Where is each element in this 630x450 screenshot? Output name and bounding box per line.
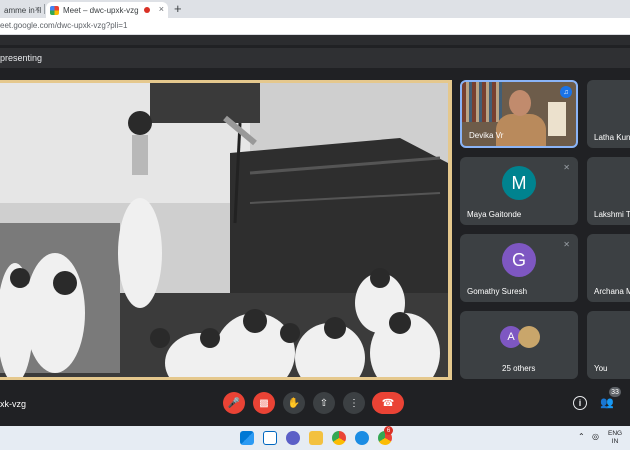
people-icon[interactable]: 👥 (600, 396, 614, 409)
camera-off-button[interactable]: ▩ (253, 392, 275, 414)
close-icon[interactable]: × (159, 4, 164, 14)
browser-tab-strip: amme in II × Meet – dwc-upxk-vzg × + (0, 0, 630, 18)
speaking-indicator-icon: ♫ (560, 86, 572, 98)
participant-tile[interactable]: Latha Kun (587, 80, 630, 148)
participant-count-badge: 33 (609, 387, 621, 397)
participant-face (509, 90, 531, 116)
widgets-icon[interactable] (263, 431, 277, 445)
chat-icon[interactable] (286, 431, 300, 445)
participant-tile[interactable]: ♫ Devika Vr (460, 80, 578, 148)
presenting-label: presenting (0, 53, 43, 63)
microphone-off-icon: ✕ (563, 163, 570, 172)
historical-photo-image (0, 83, 448, 377)
presentation-stage (0, 80, 452, 380)
more-options-button[interactable]: ⋮ (343, 392, 365, 414)
meeting-controls: xk-vzg 🎤 ▩ ✋ ⇧ ⋮ ☎ i 👥 33 (0, 380, 630, 426)
avatar: G (502, 243, 536, 277)
raise-hand-button[interactable]: ✋ (283, 392, 305, 414)
language-indicator[interactable]: ENG IN (608, 430, 622, 446)
close-icon[interactable]: × (35, 4, 40, 14)
meet-favicon-icon (50, 5, 59, 15)
windows-taskbar: 6 ⌃ ◎ ENG IN (0, 426, 630, 450)
language-bottom: IN (611, 438, 619, 445)
avatar: M (502, 166, 536, 200)
address-bar[interactable]: eet.google.com/dwc-upxk-vzg?pli=1 (0, 18, 630, 35)
lamp-background (548, 102, 566, 136)
tab-separator (44, 4, 45, 14)
chrome-icon[interactable] (332, 431, 346, 445)
new-tab-button[interactable]: + (174, 1, 182, 16)
bookmarks-bar (0, 35, 630, 45)
folder-icon[interactable] (309, 431, 323, 445)
language-top: ENG (608, 430, 623, 437)
participant-tile[interactable]: ✕ M Maya Gaitonde (460, 157, 578, 225)
start-icon[interactable] (240, 431, 254, 445)
url-text[interactable]: eet.google.com/dwc-upxk-vzg?pli=1 (0, 21, 127, 30)
shared-photo (0, 83, 448, 377)
others-count-label: 25 others (502, 364, 536, 373)
participant-name: You (594, 364, 608, 373)
avatar-photo (518, 326, 540, 348)
participant-tile[interactable]: ✕ G Gomathy Suresh (460, 234, 578, 302)
participant-grid: ♫ Devika Vr Latha Kun ✕ M Maya Gaitonde … (460, 80, 630, 380)
participant-name: Archana M (594, 287, 630, 296)
participant-name: Devika Vr (469, 131, 504, 140)
notification-badge: 6 (384, 426, 393, 435)
meeting-details-button[interactable]: i (573, 396, 587, 410)
meeting-code: xk-vzg (0, 399, 27, 409)
microphone-off-icon: ✕ (563, 240, 570, 249)
bookshelf-background (462, 82, 502, 122)
participant-name: Gomathy Suresh (467, 287, 528, 296)
browser-tab-meet[interactable]: Meet – dwc-upxk-vzg × (46, 2, 168, 18)
participant-body (496, 114, 546, 146)
wifi-icon[interactable]: ◎ (592, 432, 599, 441)
recording-icon (144, 7, 150, 13)
edge-icon[interactable] (355, 431, 369, 445)
present-now-button[interactable]: ⇧ (313, 392, 335, 414)
participant-name: Latha Kun (594, 133, 630, 142)
participant-tile[interactable]: Archana M (587, 234, 630, 302)
browser-tab-1[interactable]: amme in II × (0, 2, 44, 18)
self-tile[interactable]: You (587, 311, 630, 379)
browser-tab-2-title: Meet – dwc-upxk-vzg (63, 5, 139, 15)
presenting-header: presenting (0, 48, 630, 68)
others-tile[interactable]: A 25 others (460, 311, 578, 379)
participant-tile[interactable]: Lakshmi T (587, 157, 630, 225)
participant-name: Maya Gaitonde (467, 210, 522, 219)
participant-name: Lakshmi T (594, 210, 630, 219)
chevron-up-icon[interactable]: ⌃ (578, 432, 585, 441)
microphone-off-button[interactable]: 🎤 (223, 392, 245, 414)
leave-call-button[interactable]: ☎ (372, 392, 404, 414)
